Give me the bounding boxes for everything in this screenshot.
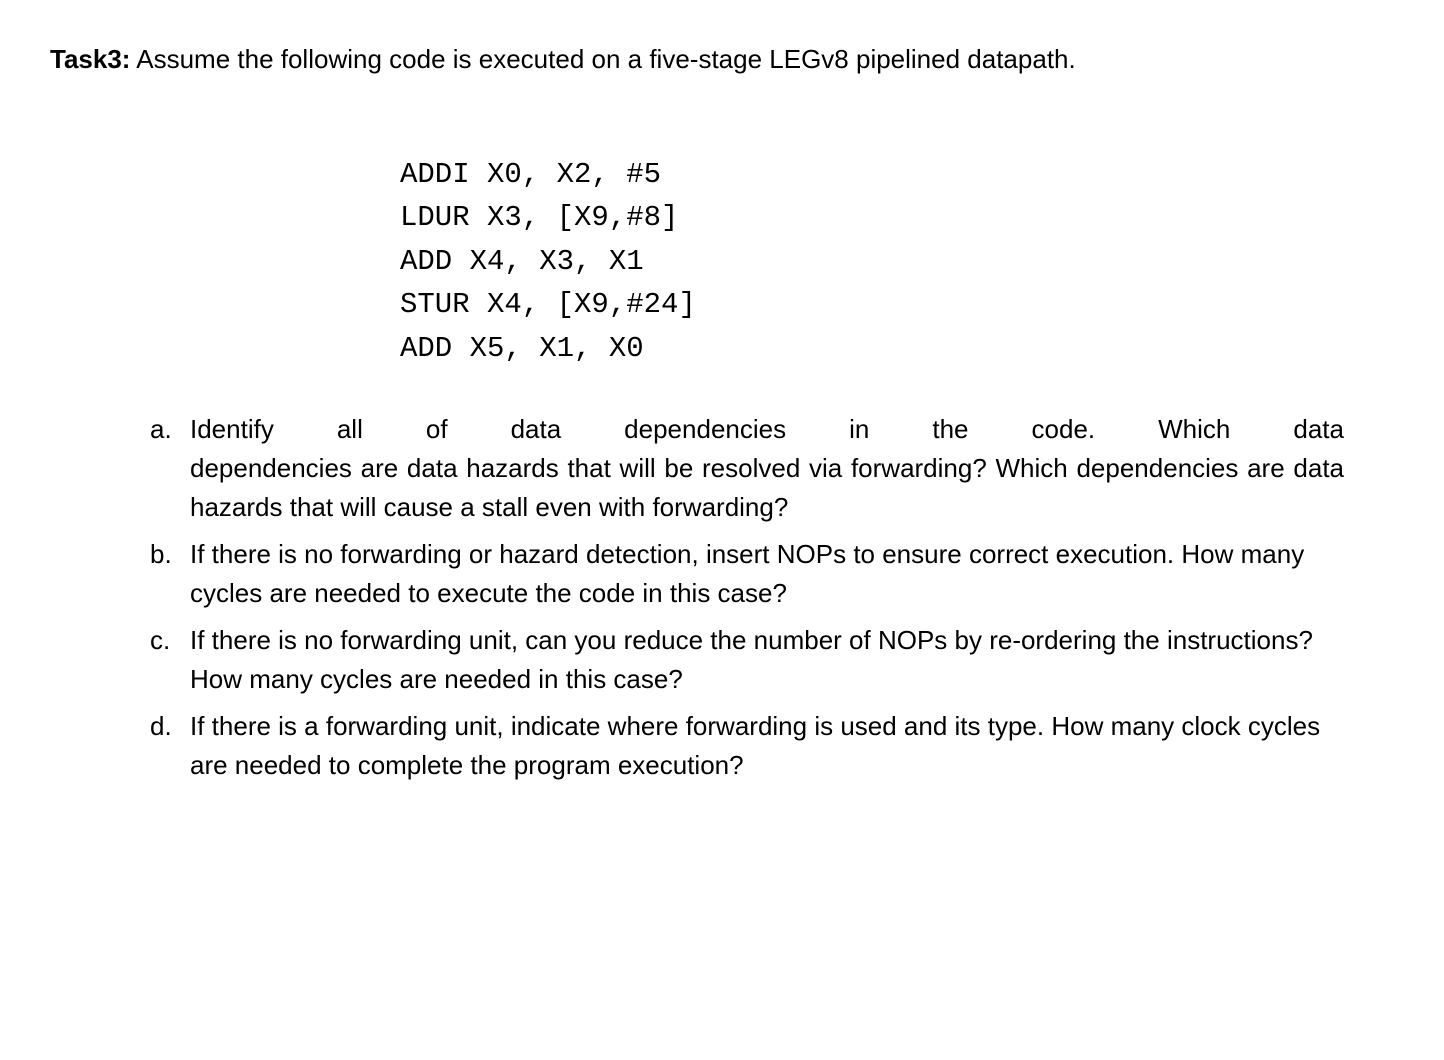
question-letter-c: c. xyxy=(150,621,190,699)
question-text-c: If there is no forwarding unit, can you … xyxy=(190,621,1344,699)
task-label: Task3: xyxy=(50,44,130,74)
question-letter-a: a. xyxy=(150,410,190,527)
question-c: c. If there is no forwarding unit, can y… xyxy=(150,621,1344,699)
code-line-3: ADD X4, X3, X1 xyxy=(400,245,644,278)
question-text-a: Identify all of data dependencies in the… xyxy=(190,410,1344,527)
code-line-1: ADDI X0, X2, #5 xyxy=(400,158,661,191)
task-intro: Task3: Assume the following code is exec… xyxy=(50,40,1394,79)
question-text-b: If there is no forwarding or hazard dete… xyxy=(190,535,1344,613)
code-block: ADDI X0, X2, #5 LDUR X3, [X9,#8] ADD X4,… xyxy=(400,109,1394,370)
code-line-4: STUR X4, [X9,#24] xyxy=(400,288,696,321)
question-d: d. If there is a forwarding unit, indica… xyxy=(150,707,1344,785)
questions-list: a. Identify all of data dependencies in … xyxy=(150,410,1344,785)
question-letter-b: b. xyxy=(150,535,190,613)
question-a-line1: Identify all of data dependencies in the… xyxy=(190,410,1344,449)
task-intro-text: Assume the following code is executed on… xyxy=(130,44,1075,74)
question-b: b. If there is no forwarding or hazard d… xyxy=(150,535,1344,613)
question-letter-d: d. xyxy=(150,707,190,785)
question-text-d: If there is a forwarding unit, indicate … xyxy=(190,707,1344,785)
question-a-rest: dependencies are data hazards that will … xyxy=(190,453,1344,522)
question-a: a. Identify all of data dependencies in … xyxy=(150,410,1344,527)
code-line-5: ADD X5, X1, X0 xyxy=(400,332,644,365)
code-line-2: LDUR X3, [X9,#8] xyxy=(400,201,678,234)
